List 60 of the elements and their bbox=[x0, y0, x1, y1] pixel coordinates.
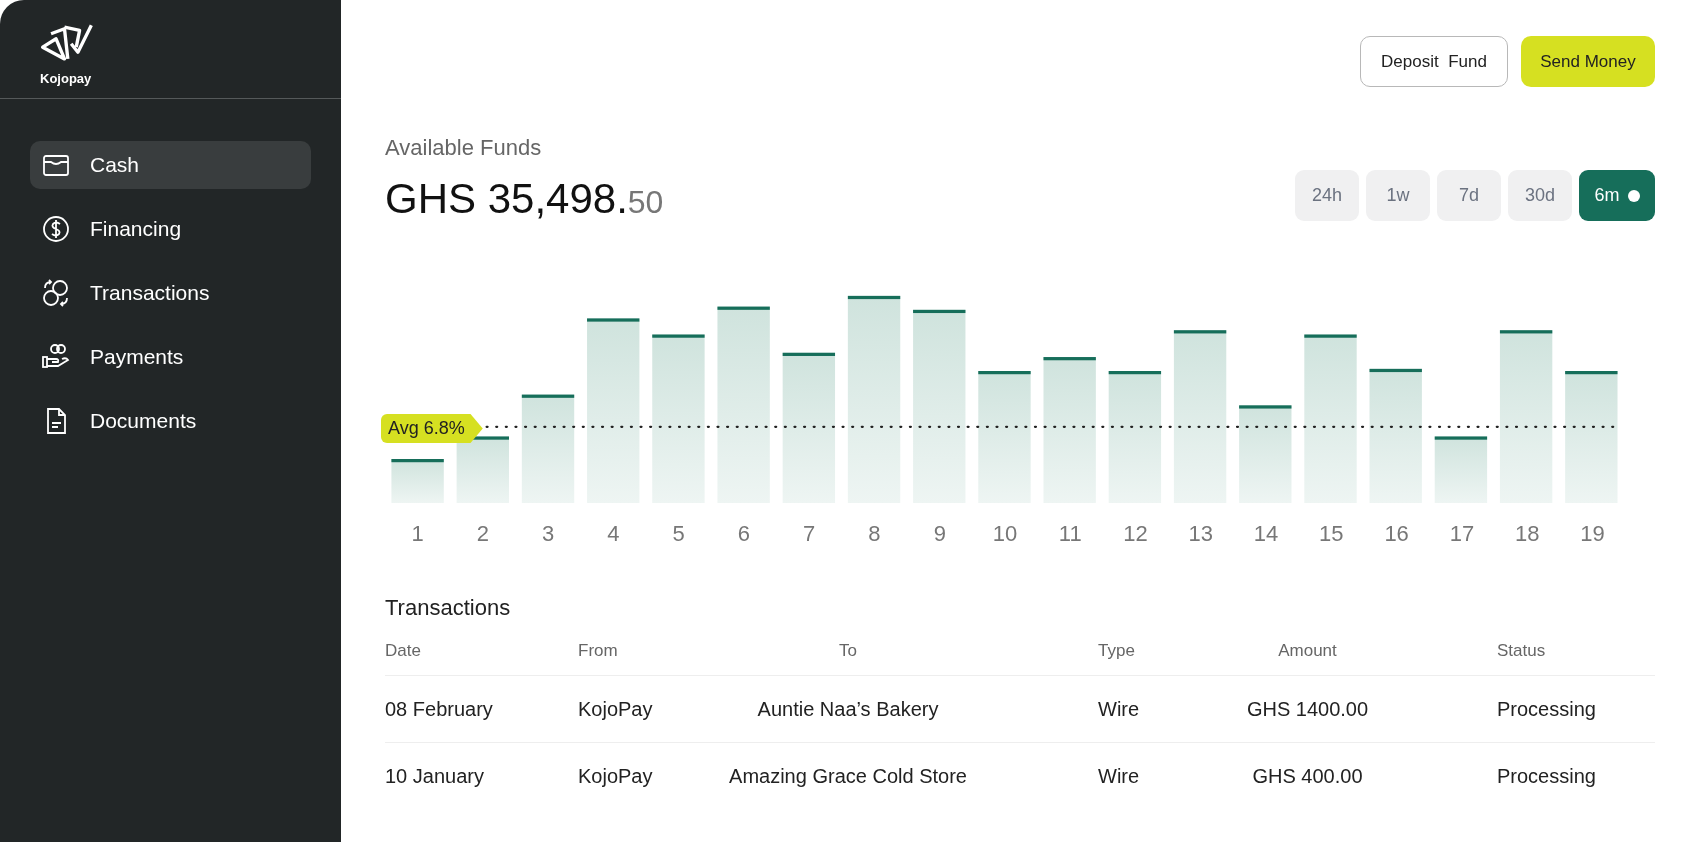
axis-label: 16 bbox=[1383, 521, 1410, 547]
column-header: From bbox=[578, 641, 619, 661]
axis-label: 13 bbox=[1187, 521, 1215, 547]
send-money-button[interactable]: Send Money bbox=[1521, 36, 1655, 87]
axis-label: 6 bbox=[736, 521, 752, 547]
table-cell-text: 10 January bbox=[385, 764, 485, 788]
hand-coins-icon bbox=[42, 343, 70, 371]
range-tab[interactable]: 6m bbox=[1579, 170, 1655, 221]
table-cell-text: Wire bbox=[1097, 764, 1141, 788]
table-cell-text: 08 February bbox=[385, 697, 494, 721]
nav-item[interactable]: Transactions bbox=[30, 269, 311, 317]
column-header: Amount bbox=[1277, 641, 1338, 661]
axis-label: 1 bbox=[410, 521, 425, 547]
axis-label: 10 bbox=[991, 521, 1019, 547]
axis-label: 9 bbox=[932, 521, 947, 547]
nav-item[interactable]: Payments bbox=[30, 333, 311, 381]
axis-label: 5 bbox=[671, 521, 686, 547]
axis-label: 19 bbox=[1579, 521, 1606, 547]
logo-text: Kojopay bbox=[40, 71, 92, 86]
table-cell-text: Amazing Grace Cold Store bbox=[728, 764, 968, 788]
chart-bar bbox=[391, 459, 444, 503]
range-tab[interactable]: 1w bbox=[1366, 170, 1430, 221]
axis-label: 8 bbox=[867, 521, 882, 547]
column-header: Type bbox=[1097, 641, 1136, 661]
range-tab[interactable]: 24h bbox=[1295, 170, 1359, 221]
exchange-icon bbox=[42, 279, 70, 307]
nav-item[interactable]: Documents bbox=[30, 397, 311, 445]
axis-label: 3 bbox=[541, 521, 556, 547]
chart-bar bbox=[456, 436, 509, 503]
table-cell-text: Auntie Naa’s Bakery bbox=[756, 697, 940, 721]
balance-label: Available Funds bbox=[385, 135, 543, 161]
table-cell-text: Processing bbox=[1496, 764, 1597, 788]
balance-amount: GHS 35,498.50 bbox=[385, 175, 664, 223]
nav-item[interactable]: Cash bbox=[30, 141, 311, 189]
dollar-icon bbox=[42, 215, 70, 243]
table-cell-text: KojoPay bbox=[578, 697, 654, 721]
range-tab[interactable]: 30d bbox=[1508, 170, 1572, 221]
nav-item[interactable]: Financing bbox=[30, 205, 311, 253]
table-cell-text: Processing bbox=[1496, 697, 1597, 721]
table-cell-text: GHS 1400.00 bbox=[1245, 697, 1370, 721]
axis-label: 14 bbox=[1252, 521, 1280, 547]
axis-label: 18 bbox=[1513, 521, 1541, 547]
axis-label: 12 bbox=[1122, 521, 1149, 547]
deposit-fund-button[interactable]: Deposit Fund bbox=[1360, 36, 1508, 87]
chart-bar bbox=[1434, 436, 1488, 503]
axis-label: 4 bbox=[606, 521, 621, 547]
table-cell-text: Wire bbox=[1097, 697, 1141, 721]
table-cell-text: KojoPay bbox=[578, 764, 654, 788]
axis-label: 17 bbox=[1448, 521, 1476, 547]
axis-label: 15 bbox=[1318, 521, 1345, 547]
column-header: To bbox=[838, 641, 858, 661]
column-header: Status bbox=[1496, 641, 1547, 661]
column-header: Date bbox=[385, 641, 422, 661]
section-title: Transactions bbox=[385, 595, 512, 621]
range-tab[interactable]: 7d bbox=[1437, 170, 1501, 221]
axis-label: 2 bbox=[475, 521, 490, 547]
average-tag: Avg 6.8% bbox=[381, 414, 483, 443]
table-cell-text: GHS 400.00 bbox=[1251, 764, 1364, 788]
axis-label: 11 bbox=[1057, 521, 1083, 547]
axis-label: 7 bbox=[802, 521, 817, 547]
